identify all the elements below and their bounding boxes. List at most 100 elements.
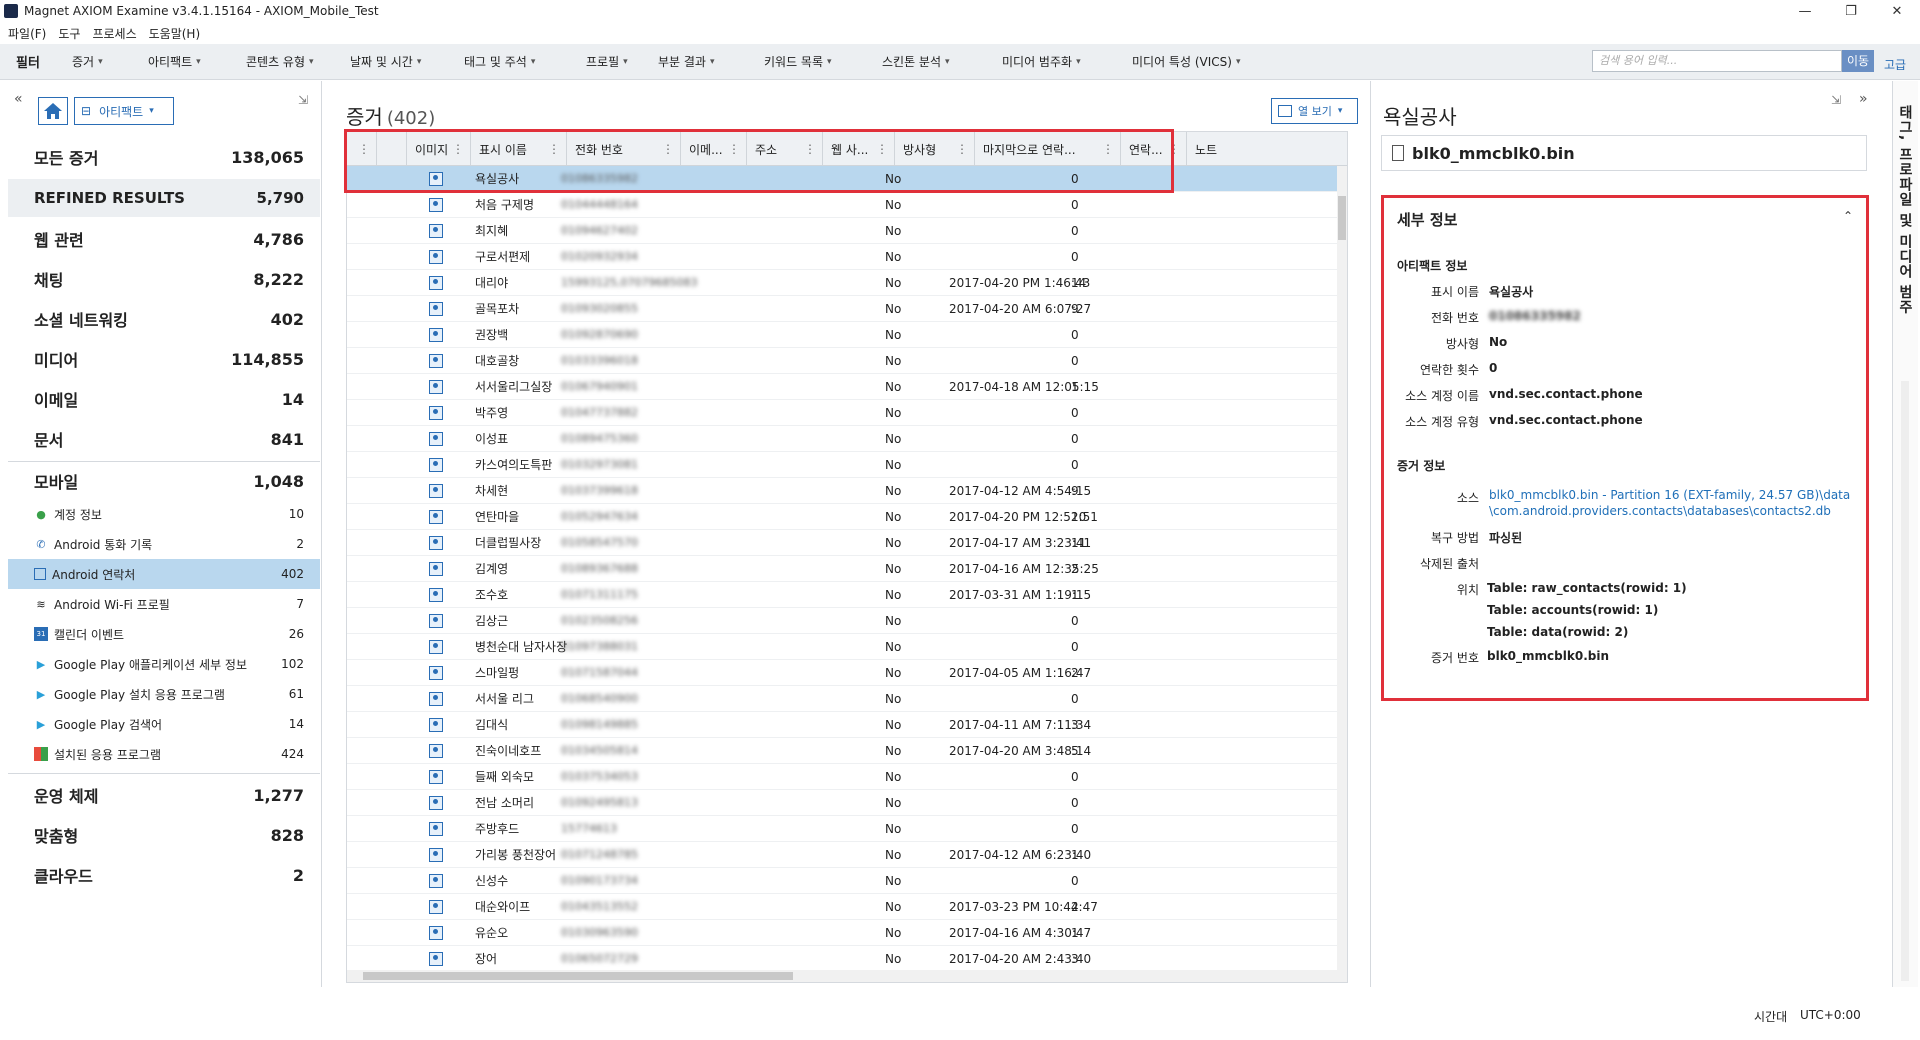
side-tab[interactable]: 태그, 프로파일 및 미디어 범주 — [1892, 81, 1918, 987]
table-row[interactable]: 전남 소머리 01092495813 No 0 — [347, 790, 1339, 816]
header-display-name[interactable]: 표시 이름 ⋮ — [471, 132, 567, 166]
category-social[interactable]: 소셜 네트워킹 402 — [8, 299, 320, 339]
filter-profile[interactable]: 프로필 — [586, 53, 658, 70]
table-row[interactable]: 처음 구제명 01044448164 No 0 — [347, 192, 1339, 218]
header-image[interactable]: 이미지 ⋮ — [407, 132, 471, 166]
category-all-evidence[interactable]: 모든 증거 138,065 — [8, 137, 320, 177]
table-row[interactable]: 대리야 15993125,07079685083 No 2017-04-20 PM 1… — [347, 270, 1339, 296]
filter-media-vics[interactable]: 미디어 특성 (VICS) — [1132, 53, 1262, 70]
table-row[interactable]: 들째 외숙모 01037534053 No 0 — [347, 764, 1339, 790]
table-row[interactable]: 더클럽필사장 01058547570 No 2017-04-17 AM 3:23:41… — [347, 530, 1339, 556]
table-row[interactable]: 진숙이네호프 01034505814 No 2017-04-20 AM 3:48:14… — [347, 738, 1339, 764]
home-button[interactable] — [38, 97, 68, 125]
scroll-thumb[interactable] — [363, 972, 793, 980]
table-row[interactable]: 골목포차 01093020855 No 2017-04-20 AM 6:07:27 9 — [347, 296, 1339, 322]
menu-help[interactable]: 도움말(H) — [149, 25, 201, 42]
header-website[interactable]: 웹 사... ⋮ — [823, 132, 895, 166]
filter-keyword-list[interactable]: 키워드 목록 — [764, 53, 882, 70]
table-row[interactable]: 대호골창 01033396018 No 0 — [347, 348, 1339, 374]
header-notes[interactable]: 노트 — [1187, 132, 1239, 166]
horizontal-scrollbar[interactable] — [347, 970, 1347, 982]
header-radial[interactable]: 방사형 ⋮ — [895, 132, 975, 166]
search-go-button[interactable]: 이동 — [1842, 50, 1874, 72]
vertical-scrollbar[interactable] — [1337, 166, 1347, 972]
filter-tags-comments[interactable]: 태그 및 주석 — [464, 53, 586, 70]
table-row[interactable]: 장어 01065072729 No 2017-04-20 AM 2:43:40 3 — [347, 946, 1339, 972]
category-mobile[interactable]: 모바일 1,048 — [8, 463, 320, 499]
category-custom[interactable]: 맞춤형 828 — [8, 815, 320, 855]
sidebar-item-play-search[interactable]: ▶ Google Play 검색어 14 — [8, 709, 320, 739]
sidebar-item-contacts[interactable]: Android 연락처 402 — [8, 559, 320, 589]
table-row[interactable]: 권장백 01092870690 No 0 — [347, 322, 1339, 348]
category-refined-results[interactable]: REFINED RESULTS 5,790 — [8, 179, 320, 217]
table-row[interactable]: 가리봉 풍천장어 01071248785 No 2017-04-12 AM 6:23:… — [347, 842, 1339, 868]
header-contact-count[interactable]: 연락... ⋮ — [1121, 132, 1187, 166]
category-email[interactable]: 이메일 14 — [8, 379, 320, 419]
sidebar-item-installed-apps[interactable]: 설치된 응용 프로그램 424 — [8, 739, 320, 769]
header-phone[interactable]: 전화 번호 ⋮ — [567, 132, 681, 166]
maximize-button[interactable]: ❐ — [1828, 0, 1874, 22]
collapse-left-icon[interactable]: « — [14, 91, 23, 107]
filter-media-category[interactable]: 미디어 범주화 — [1002, 53, 1132, 70]
filter-content-type[interactable]: 콘텐츠 유형 — [246, 53, 350, 70]
minimize-button[interactable]: — — [1782, 0, 1828, 22]
category-media[interactable]: 미디어 114,855 — [8, 339, 320, 379]
advanced-search-link[interactable]: 고급 — [1884, 56, 1906, 73]
header-email[interactable]: 이메... ⋮ — [681, 132, 747, 166]
sidebar-item-account-info[interactable]: ● 계정 정보 10 — [8, 499, 320, 529]
header-address[interactable]: 주소 ⋮ — [747, 132, 823, 166]
table-row[interactable]: 신성수 01090173734 No 0 — [347, 868, 1339, 894]
filter-partial-results[interactable]: 부분 결과 — [658, 53, 764, 70]
table-row[interactable]: 구로서편제 01020932934 No 0 — [347, 244, 1339, 270]
collapse-right-icon[interactable]: » — [1859, 91, 1868, 107]
menu-process[interactable]: 프로세스 — [92, 25, 136, 42]
table-row[interactable]: 박주영 01047737882 No 0 — [347, 400, 1339, 426]
header-menu[interactable]: ⋮ — [347, 132, 377, 166]
table-row[interactable]: 병천순대 남자사장 01097388031 No 0 — [347, 634, 1339, 660]
category-documents[interactable]: 문서 841 — [8, 419, 320, 459]
side-scrollbar[interactable] — [1901, 381, 1909, 981]
menu-file[interactable]: 파일(F) — [8, 25, 46, 42]
sidebar-item-calendar[interactable]: 31 캘린더 이벤트 26 — [8, 619, 320, 649]
table-row[interactable]: 카스여의도특판 01032973081 No 0 — [347, 452, 1339, 478]
pin-icon[interactable]: ⇲ — [298, 93, 308, 107]
filter-date-time[interactable]: 날짜 및 시간 — [350, 53, 464, 70]
close-button[interactable]: ✕ — [1874, 0, 1920, 22]
header-last-contacted[interactable]: 마지막으로 연락... ⋮ — [975, 132, 1121, 166]
filter-skin-tone[interactable]: 스킨톤 분석 — [882, 53, 1002, 70]
category-cloud[interactable]: 클라우드 2 — [8, 855, 320, 895]
sidebar-item-call-log[interactable]: ✆ Android 통화 기록 2 — [8, 529, 320, 559]
table-row[interactable]: 유순오 01030963590 No 2017-04-16 AM 4:30:47 1 — [347, 920, 1339, 946]
table-row[interactable]: 대순와이프 01043513552 No 2017-03-23 PM 10:44:47… — [347, 894, 1339, 920]
pin-icon[interactable]: ⇲ — [1831, 93, 1841, 107]
table-row[interactable]: 서서울 리그 01068540900 No 0 — [347, 686, 1339, 712]
table-row[interactable]: 조수호 01071311175 No 2017-03-31 AM 1:19:15 1 — [347, 582, 1339, 608]
table-row[interactable]: 이성표 01089475360 No 0 — [347, 426, 1339, 452]
table-row[interactable]: 연탄마을 01052947634 No 2017-04-20 PM 12:52:51 1… — [347, 504, 1339, 530]
timezone-value[interactable]: UTC+0:00 — [1800, 1008, 1861, 1022]
table-row[interactable]: 김대식 01098149885 No 2017-04-11 AM 7:11:34 3 — [347, 712, 1339, 738]
sidebar-item-play-details[interactable]: ▶ Google Play 애플리케이션 세부 정보 102 — [8, 649, 320, 679]
column-view-button[interactable]: 열 보기 ▾ — [1271, 98, 1358, 124]
collapse-up-icon[interactable]: ⌃ — [1843, 209, 1853, 223]
view-dropdown[interactable]: ⊟ 아티팩트 ▾ — [74, 97, 174, 125]
filter-artifact[interactable]: 아티팩트 — [148, 53, 246, 70]
search-input[interactable]: 검색 용어 입력... — [1592, 50, 1842, 72]
sidebar-item-play-installed[interactable]: ▶ Google Play 설치 응용 프로그램 61 — [8, 679, 320, 709]
table-row[interactable]: 욕실공사 01086335982 No 0 — [347, 166, 1339, 192]
table-row[interactable]: 스마일펑 01071587044 No 2017-04-05 AM 1:16:47 2 — [347, 660, 1339, 686]
filter-evidence[interactable]: 증거 — [72, 53, 148, 70]
table-row[interactable]: 김계영 01089367688 No 2017-04-16 AM 12:35:25 2 — [347, 556, 1339, 582]
category-os[interactable]: 운영 체제 1,277 — [8, 775, 320, 815]
category-chat[interactable]: 채팅 8,222 — [8, 259, 320, 299]
table-row[interactable]: 최지혜 01094627402 No 0 — [347, 218, 1339, 244]
source-link[interactable]: blk0_mmcblk0.bin - Partition 16 (EXT-fam… — [1489, 487, 1850, 503]
table-row[interactable]: 서서울리그실장 01067940901 No 2017-04-18 AM 12:05:… — [347, 374, 1339, 400]
category-web[interactable]: 웹 관련 4,786 — [8, 219, 320, 259]
sidebar-item-wifi[interactable]: ≋ Android Wi-Fi 프로필 7 — [8, 589, 320, 619]
menu-tools[interactable]: 도구 — [58, 25, 80, 42]
scroll-thumb[interactable] — [1338, 196, 1346, 240]
table-row[interactable]: 주방후드 15774613 No 0 — [347, 816, 1339, 842]
source-link[interactable]: \com.android.providers.contacts\database… — [1489, 503, 1831, 519]
table-row[interactable]: 차세현 01037399618 No 2017-04-12 AM 4:54:15 9 — [347, 478, 1339, 504]
